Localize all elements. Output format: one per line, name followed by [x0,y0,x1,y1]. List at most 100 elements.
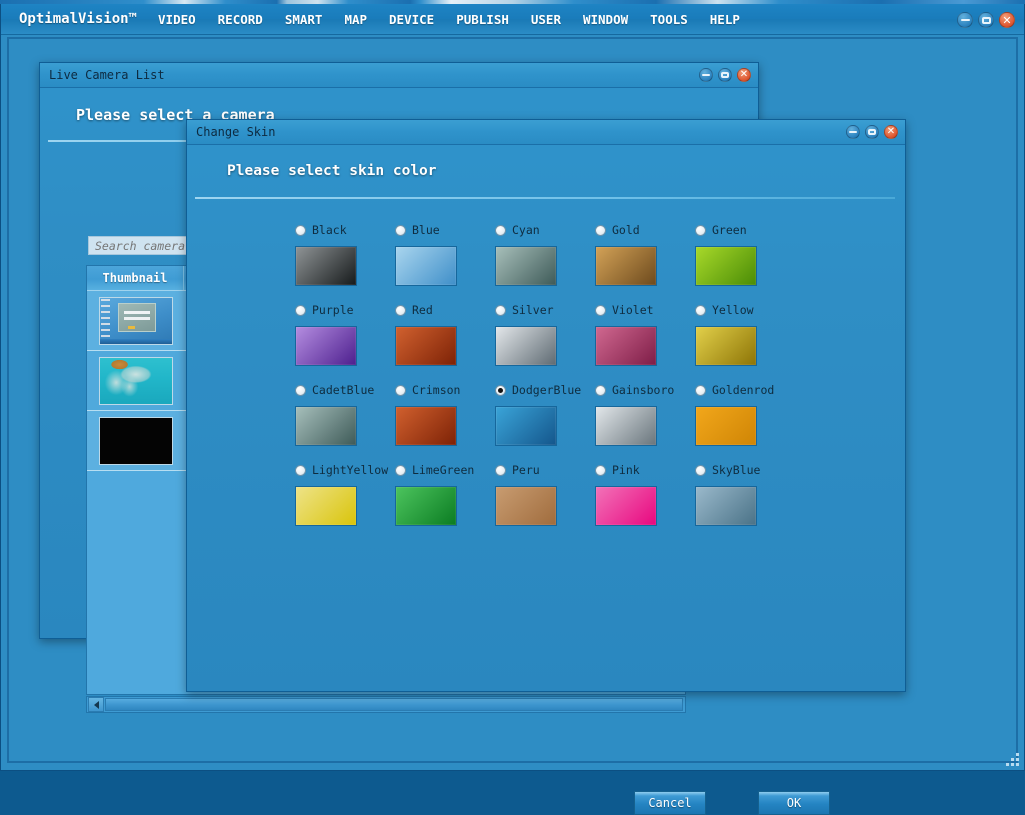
close-icon[interactable]: ✕ [884,125,898,139]
scroll-left-arrow-icon[interactable] [88,697,104,712]
minimize-icon[interactable] [846,125,860,139]
radio-button-crimson[interactable] [395,385,406,396]
radio-button-black[interactable] [295,225,306,236]
color-swatch-cyan[interactable] [495,246,557,286]
menu-item-video[interactable]: VIDEO [147,8,207,31]
column-header-thumbnail[interactable]: Thumbnail [87,266,184,290]
color-swatch-gold[interactable] [595,246,657,286]
radio-button-green[interactable] [695,225,706,236]
color-swatch-crimson[interactable] [395,406,457,446]
color-swatch-silver[interactable] [495,326,557,366]
skin-color-row: LightYellowLimeGreenPeruPinkSkyBlue [295,461,815,541]
radio-button-violet[interactable] [595,305,606,316]
maximize-icon[interactable] [978,12,994,28]
minimize-icon[interactable] [957,12,973,28]
main-menu-bar: OptimalVision™ VIDEORECORDSMARTMAPDEVICE… [1,4,1024,35]
radio-button-cadetblue[interactable] [295,385,306,396]
desktop-screenshot-thumbnail [99,297,173,345]
menu-item-device[interactable]: DEVICE [378,8,445,31]
skin-color-option-cyan[interactable]: Cyan [495,221,595,301]
skin-color-option-dodgerblue[interactable]: DodgerBlue [495,381,595,461]
radio-button-pink[interactable] [595,465,606,476]
maximize-icon[interactable] [865,125,879,139]
camera-table-horizontal-scrollbar[interactable] [86,696,686,713]
radio-button-red[interactable] [395,305,406,316]
skin-color-option-limegreen[interactable]: LimeGreen [395,461,495,541]
skin-color-label: Gainsboro [612,383,674,397]
close-icon[interactable]: ✕ [737,68,751,82]
skin-color-option-peru[interactable]: Peru [495,461,595,541]
resize-grip-icon[interactable] [1003,750,1019,766]
radio-button-lightyellow[interactable] [295,465,306,476]
camera-thumbnail-cell [87,297,184,345]
application-window: OptimalVision™ VIDEORECORDSMARTMAPDEVICE… [0,4,1025,771]
color-swatch-gainsboro[interactable] [595,406,657,446]
skin-color-option-gold[interactable]: Gold [595,221,695,301]
color-swatch-blue[interactable] [395,246,457,286]
ok-button[interactable]: OK [758,791,830,815]
menu-item-tools[interactable]: TOOLS [639,8,699,31]
menu-item-help[interactable]: HELP [699,8,751,31]
color-swatch-skyblue[interactable] [695,486,757,526]
minimize-icon[interactable] [699,68,713,82]
color-swatch-yellow[interactable] [695,326,757,366]
skin-color-option-lightyellow[interactable]: LightYellow [295,461,395,541]
skin-color-label: Violet [612,303,654,317]
radio-button-yellow[interactable] [695,305,706,316]
skin-color-option-gainsboro[interactable]: Gainsboro [595,381,695,461]
change-skin-body: Please select skin color BlackBlueCyanGo… [187,145,905,691]
color-swatch-limegreen[interactable] [395,486,457,526]
color-swatch-goldenrod[interactable] [695,406,757,446]
menu-item-publish[interactable]: PUBLISH [445,8,520,31]
color-swatch-green[interactable] [695,246,757,286]
menu-item-map[interactable]: MAP [333,8,378,31]
radio-button-silver[interactable] [495,305,506,316]
color-swatch-pink[interactable] [595,486,657,526]
skin-color-option-goldenrod[interactable]: Goldenrod [695,381,795,461]
skin-color-option-green[interactable]: Green [695,221,795,301]
radio-button-dodgerblue[interactable] [495,385,506,396]
live-camera-list-window-controls: ✕ [699,68,751,82]
radio-button-skyblue[interactable] [695,465,706,476]
change-skin-titlebar[interactable]: Change Skin ✕ [187,120,905,145]
menu-item-window[interactable]: WINDOW [572,8,639,31]
radio-button-gainsboro[interactable] [595,385,606,396]
change-skin-heading: Please select skin color [227,163,437,179]
menu-item-user[interactable]: USER [520,8,572,31]
color-swatch-violet[interactable] [595,326,657,366]
color-swatch-red[interactable] [395,326,457,366]
skin-color-option-crimson[interactable]: Crimson [395,381,495,461]
radio-button-purple[interactable] [295,305,306,316]
skin-color-option-silver[interactable]: Silver [495,301,595,381]
skin-color-option-pink[interactable]: Pink [595,461,695,541]
application-window-controls: ✕ [957,12,1015,28]
skin-color-option-black[interactable]: Black [295,221,395,301]
live-camera-list-titlebar[interactable]: Live Camera List ✕ [40,63,758,88]
radio-button-peru[interactable] [495,465,506,476]
radio-button-gold[interactable] [595,225,606,236]
skin-color-option-red[interactable]: Red [395,301,495,381]
skin-color-option-skyblue[interactable]: SkyBlue [695,461,795,541]
color-swatch-cadetblue[interactable] [295,406,357,446]
skin-color-option-violet[interactable]: Violet [595,301,695,381]
skin-color-option-purple[interactable]: Purple [295,301,395,381]
color-swatch-peru[interactable] [495,486,557,526]
color-swatch-lightyellow[interactable] [295,486,357,526]
cancel-button[interactable]: Cancel [634,791,706,815]
color-swatch-dodgerblue[interactable] [495,406,557,446]
maximize-icon[interactable] [718,68,732,82]
radio-button-blue[interactable] [395,225,406,236]
radio-button-limegreen[interactable] [395,465,406,476]
skin-color-option-blue[interactable]: Blue [395,221,495,301]
black-frame-thumbnail [99,417,173,465]
menu-item-record[interactable]: RECORD [207,8,274,31]
close-icon[interactable]: ✕ [999,12,1015,28]
color-swatch-black[interactable] [295,246,357,286]
skin-color-option-cadetblue[interactable]: CadetBlue [295,381,395,461]
radio-button-cyan[interactable] [495,225,506,236]
scrollbar-thumb[interactable] [105,698,683,711]
radio-button-goldenrod[interactable] [695,385,706,396]
skin-color-option-yellow[interactable]: Yellow [695,301,795,381]
menu-item-smart[interactable]: SMART [274,8,334,31]
color-swatch-purple[interactable] [295,326,357,366]
